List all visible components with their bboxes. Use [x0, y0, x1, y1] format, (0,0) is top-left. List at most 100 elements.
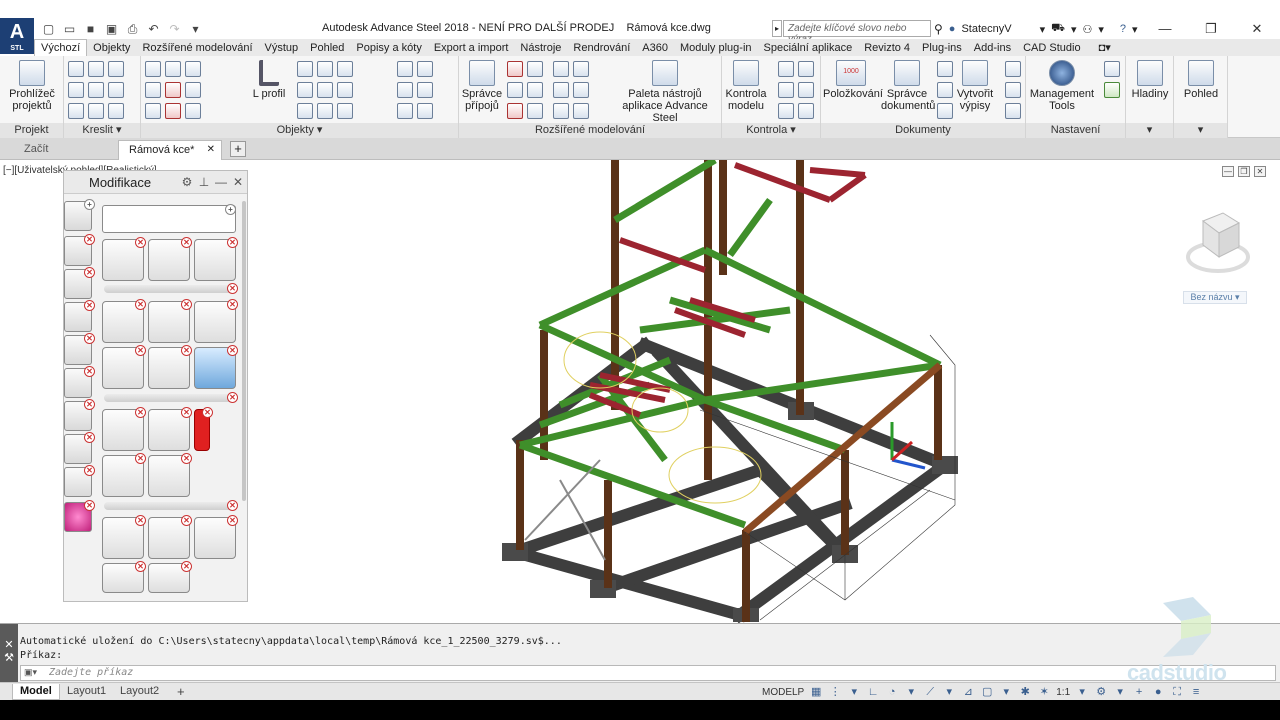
remove-icon[interactable]: ✕: [181, 453, 192, 464]
weld-icon[interactable]: [145, 103, 161, 119]
remove-icon[interactable]: ✕: [84, 300, 95, 311]
annotation-icon[interactable]: ✱: [1018, 686, 1032, 699]
annotation-scale-icon[interactable]: ✶: [1037, 686, 1051, 699]
view-button[interactable]: Pohled: [1178, 60, 1224, 100]
chevron-down-icon[interactable]: ▾: [1040, 23, 1046, 36]
search-expand-icon[interactable]: ▸: [772, 20, 782, 37]
ellipse-icon[interactable]: [108, 103, 124, 119]
copy-tool[interactable]: ✕: [148, 237, 192, 281]
pattern-icon[interactable]: [397, 61, 413, 77]
chevron-down-icon[interactable]: ▾: [1113, 686, 1127, 699]
highlight-icon[interactable]: [798, 103, 814, 119]
curved-beam-icon[interactable]: [337, 61, 353, 77]
panel-title-objekty[interactable]: Objekty ▾: [141, 123, 458, 138]
joint-icon[interactable]: [507, 61, 523, 77]
audit-icon[interactable]: [798, 61, 814, 77]
fillet-tool[interactable]: ✕: [102, 453, 146, 497]
object-snap-icon[interactable]: ⊿: [961, 686, 975, 699]
new-icon[interactable]: ▢: [40, 21, 57, 37]
hatch-icon[interactable]: [88, 61, 104, 77]
management-tools-button[interactable]: Management Tools: [1028, 60, 1096, 112]
drawing-icon[interactable]: [937, 61, 953, 77]
remove-icon[interactable]: ✕: [202, 407, 213, 418]
house6-icon[interactable]: [573, 103, 589, 119]
polyline-icon[interactable]: [68, 61, 84, 77]
cold-rolled-icon[interactable]: [317, 61, 333, 77]
people-icon[interactable]: ⚇: [1083, 23, 1093, 36]
search-input[interactable]: Zadejte klíčové slovo nebo výraz.: [783, 20, 931, 45]
palette-scrollbar[interactable]: [242, 201, 246, 501]
channel-tool[interactable]: ✕: [64, 432, 95, 464]
command-prompt-icon[interactable]: ▣▾: [24, 667, 42, 679]
isolate-icon[interactable]: ●: [1151, 686, 1165, 699]
remove-icon[interactable]: ✕: [84, 234, 95, 245]
tab-plug-ins[interactable]: Plug-ins: [916, 41, 968, 56]
plate-icon[interactable]: [165, 82, 181, 98]
panel-title-pohled-expand[interactable]: ▾: [1174, 123, 1227, 138]
profile-tool[interactable]: ✕: [64, 399, 95, 431]
chevron-down-icon[interactable]: ▾: [847, 686, 861, 699]
layout-tab-layout2[interactable]: Layout2: [113, 684, 166, 700]
restore-viewport-icon[interactable]: ❐: [1238, 166, 1250, 177]
osnap-tracking-icon[interactable]: ▢: [980, 686, 994, 699]
joint5-icon[interactable]: [507, 103, 523, 119]
remove-icon[interactable]: ✕: [181, 237, 192, 248]
update-icon[interactable]: [1104, 82, 1120, 98]
spline-icon[interactable]: [68, 82, 84, 98]
tab-specialni-aplikace[interactable]: Speciální aplikace: [758, 41, 859, 56]
purlin-icon[interactable]: [317, 82, 333, 98]
minimize-viewport-icon[interactable]: —: [1222, 166, 1234, 177]
remove-icon[interactable]: ✕: [84, 399, 95, 410]
dstv-icon[interactable]: [1005, 103, 1021, 119]
rotate3d-tool[interactable]: ✕: [102, 345, 146, 389]
rectangle-icon[interactable]: [88, 103, 104, 119]
minimize-icon[interactable]: —: [214, 175, 228, 189]
house3-icon[interactable]: [553, 82, 569, 98]
grid-icon[interactable]: [145, 61, 161, 77]
joint4-icon[interactable]: [527, 82, 543, 98]
search-obj-icon[interactable]: [778, 103, 794, 119]
command-input[interactable]: Zadejte příkaz: [20, 665, 1276, 681]
polar-icon[interactable]: ◔: [885, 686, 899, 699]
cart-icon[interactable]: ⛟: [1051, 22, 1065, 36]
array-tool[interactable]: ✕: [194, 299, 238, 343]
layout-tab-layout1[interactable]: Layout1: [60, 684, 113, 700]
hammer-tool[interactable]: ✕: [64, 267, 95, 299]
remove-icon[interactable]: ✕: [135, 345, 146, 356]
mirror-tool[interactable]: ✕: [148, 299, 192, 343]
stair-icon[interactable]: [317, 103, 333, 119]
panel-title-kreslit[interactable]: Kreslit ▾: [64, 123, 140, 138]
chevron-down-icon[interactable]: ▾: [999, 686, 1013, 699]
drawing3-icon[interactable]: [937, 103, 953, 119]
tab-cad-studio[interactable]: CAD Studio: [1017, 41, 1086, 56]
settings-icon[interactable]: [1104, 61, 1120, 77]
remove-icon[interactable]: ✕: [181, 515, 192, 526]
beam-icon[interactable]: [185, 61, 201, 77]
building-icon[interactable]: [145, 82, 161, 98]
connection-manager-button[interactable]: Správce přípojů: [461, 60, 503, 112]
pattern3-icon[interactable]: [397, 82, 413, 98]
remove-icon[interactable]: ✕: [181, 561, 192, 572]
railing-icon[interactable]: [297, 103, 313, 119]
dxf-icon[interactable]: [1005, 82, 1021, 98]
chevron-down-icon[interactable]: ▾: [1075, 686, 1089, 699]
app-menu-button[interactable]: A STL: [0, 18, 34, 54]
tab-vystup[interactable]: Výstup: [259, 41, 305, 56]
plate-tool[interactable]: ✕: [64, 465, 95, 497]
scale-value[interactable]: 1:1: [1056, 687, 1070, 698]
tab-rendrovani[interactable]: Rendrování: [567, 41, 636, 56]
close-icon[interactable]: ✕: [231, 175, 245, 189]
remove-icon[interactable]: ✕: [135, 299, 146, 310]
remove-icon[interactable]: ✕: [227, 283, 238, 294]
open-icon[interactable]: ▭: [61, 21, 78, 37]
remove-icon[interactable]: ✕: [135, 237, 146, 248]
bolt-icon[interactable]: [185, 82, 201, 98]
pattern6-icon[interactable]: [417, 103, 433, 119]
remove-icon[interactable]: ✕: [135, 561, 146, 572]
extend-tool[interactable]: ✕: [102, 515, 146, 559]
tool-group-box[interactable]: +: [102, 204, 236, 233]
trim-tool[interactable]: ✕: [102, 407, 146, 451]
pattern5-icon[interactable]: [397, 103, 413, 119]
tab-a360[interactable]: A360: [636, 41, 674, 56]
restore-button[interactable]: ❐: [1188, 18, 1234, 40]
